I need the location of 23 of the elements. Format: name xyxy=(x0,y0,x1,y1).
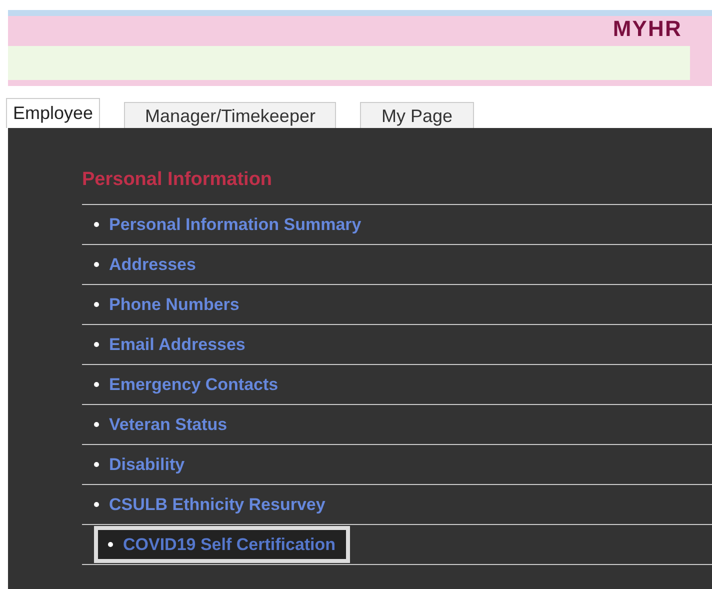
menu-link[interactable]: Phone Numbers xyxy=(94,292,240,318)
menu-link[interactable]: Disability xyxy=(94,452,185,478)
bullet-icon xyxy=(94,222,99,227)
bullet-icon xyxy=(94,462,99,467)
menu-link[interactable]: Veteran Status xyxy=(94,412,228,438)
bullet-icon xyxy=(94,502,99,507)
menu-link[interactable]: COVID19 Self Certification xyxy=(94,526,350,564)
logo-text: MYHR xyxy=(612,18,682,40)
menu-link[interactable]: Addresses xyxy=(94,252,196,278)
section-title: Personal Information xyxy=(82,168,274,192)
bullet-icon xyxy=(108,542,113,547)
menu-link[interactable]: Personal Information Summary xyxy=(94,212,362,238)
menu-link[interactable]: Email Addresses xyxy=(94,332,246,358)
bullet-icon xyxy=(94,302,99,307)
nav-tab[interactable]: Manager/Timekeeper xyxy=(124,102,336,128)
menu-link[interactable]: Emergency Contacts xyxy=(94,372,278,398)
bullet-icon xyxy=(94,422,99,427)
bullet-icon xyxy=(94,382,99,387)
nav-tab[interactable]: My Page xyxy=(360,102,474,128)
bullet-icon xyxy=(94,342,99,347)
bullet-icon xyxy=(94,262,99,267)
nav-tab[interactable]: Employee xyxy=(6,98,100,128)
menu-link[interactable]: CSULB Ethnicity Resurvey xyxy=(94,492,326,518)
